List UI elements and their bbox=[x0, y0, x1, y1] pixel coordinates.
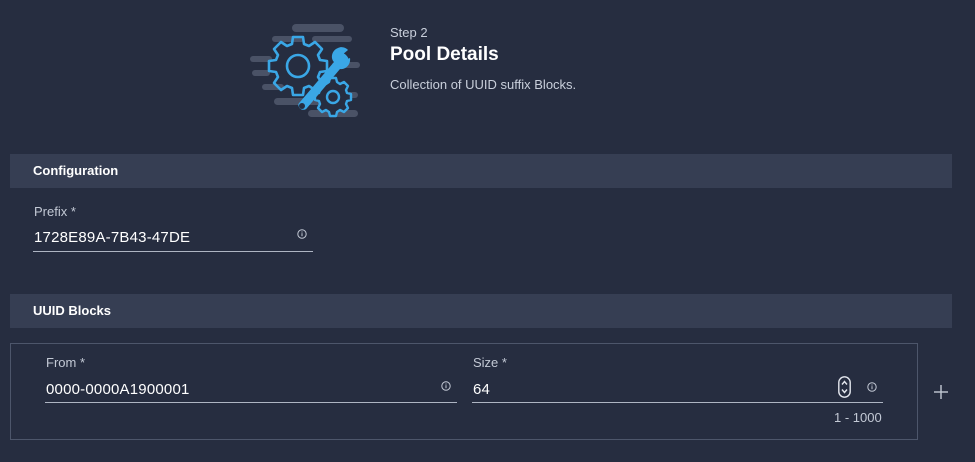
configuration-section-header: Configuration bbox=[10, 154, 952, 188]
size-label: Size * bbox=[473, 355, 507, 370]
size-input[interactable]: 64 bbox=[473, 381, 490, 398]
info-icon[interactable] bbox=[297, 229, 307, 239]
size-input-underline bbox=[472, 402, 883, 403]
step-header: Step 2 Pool Details Collection of UUID s… bbox=[0, 0, 975, 130]
page-title: Pool Details bbox=[390, 44, 499, 65]
settings-wrench-illustration bbox=[250, 24, 360, 118]
pool-details-page: Step 2 Pool Details Collection of UUID s… bbox=[0, 0, 975, 462]
size-stepper-icon[interactable] bbox=[838, 376, 851, 398]
info-icon[interactable] bbox=[441, 381, 451, 391]
prefix-input-underline bbox=[33, 251, 313, 252]
from-input-underline bbox=[45, 402, 457, 403]
uuid-blocks-section-header: UUID Blocks bbox=[10, 294, 952, 328]
step-number: Step 2 bbox=[390, 25, 428, 40]
from-input[interactable]: 0000-0000A1900001 bbox=[46, 381, 190, 398]
prefix-label: Prefix * bbox=[34, 204, 76, 219]
from-label: From * bbox=[46, 355, 85, 370]
page-description: Collection of UUID suffix Blocks. bbox=[390, 77, 577, 92]
plus-icon[interactable] bbox=[932, 383, 950, 401]
size-range-hint: 1 - 1000 bbox=[834, 410, 882, 425]
prefix-input[interactable]: 1728E89A-7B43-47DE bbox=[34, 229, 190, 246]
info-icon[interactable] bbox=[867, 382, 877, 392]
